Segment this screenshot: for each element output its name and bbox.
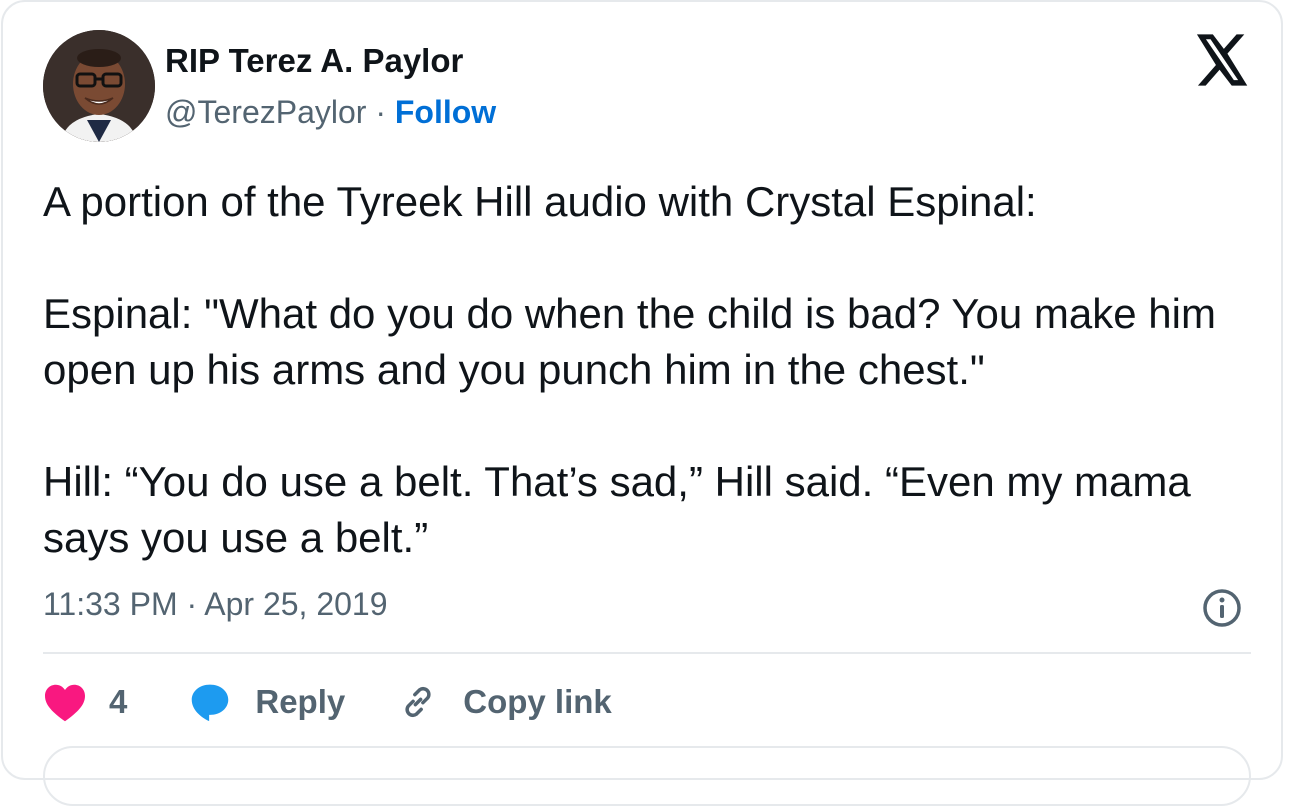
link-icon bbox=[405, 686, 431, 718]
copy-link-button[interactable]: Copy link bbox=[397, 681, 612, 723]
tweet-text: A portion of the Tyreek Hill audio with … bbox=[43, 174, 1253, 566]
reply-label: Reply bbox=[255, 683, 346, 720]
follow-button[interactable]: Follow bbox=[395, 94, 496, 130]
tweet-paragraph: A portion of the Tyreek Hill audio with … bbox=[43, 178, 1037, 225]
action-bar: 4 Reply Copy link bbox=[43, 674, 612, 730]
author-handle[interactable]: @TerezPaylor bbox=[165, 94, 366, 130]
heart-icon bbox=[45, 684, 85, 722]
copy-link-label: Copy link bbox=[463, 683, 612, 720]
tweet-card: RIP Terez A. Paylor @TerezPaylor · Follo… bbox=[1, 0, 1283, 806]
author-name[interactable]: RIP Terez A. Paylor bbox=[165, 42, 463, 80]
like-count: 4 bbox=[109, 683, 128, 720]
reply-button[interactable]: Reply bbox=[189, 682, 397, 722]
x-logo-svg bbox=[1196, 34, 1248, 86]
info-icon-svg bbox=[1203, 589, 1241, 627]
like-button[interactable]: 4 bbox=[43, 682, 189, 722]
tweet-paragraph: Hill: “You do use a belt. That’s sad,” H… bbox=[43, 458, 1191, 561]
x-logo-icon[interactable] bbox=[1194, 34, 1250, 86]
info-icon[interactable] bbox=[1201, 587, 1243, 629]
avatar[interactable] bbox=[43, 30, 155, 142]
divider bbox=[43, 652, 1251, 654]
read-replies-button[interactable] bbox=[43, 746, 1251, 806]
tweet-paragraph: Espinal: "What do you do when the child … bbox=[43, 290, 1216, 393]
reply-bubble-icon bbox=[192, 684, 229, 722]
author-handle-row: @TerezPaylor · Follow bbox=[165, 94, 496, 131]
avatar-image bbox=[43, 30, 155, 142]
handle-separator: · bbox=[375, 94, 386, 130]
tweet-timestamp[interactable]: 11:33 PM · Apr 25, 2019 bbox=[43, 586, 388, 623]
